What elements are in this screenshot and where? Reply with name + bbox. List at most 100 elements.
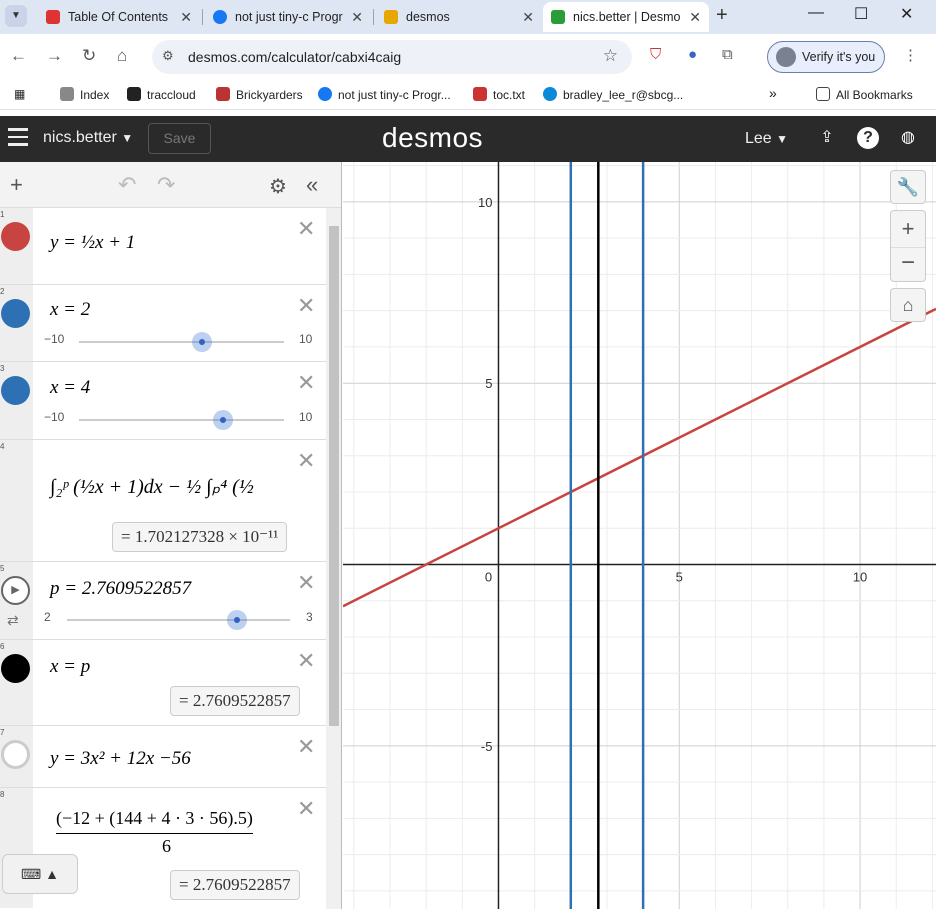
delete-expression-icon[interactable]: ✕: [297, 293, 315, 319]
keypad-toggle-button[interactable]: ⌨ ▲: [2, 854, 78, 894]
reload-icon[interactable]: ↻: [82, 46, 96, 66]
browser-tab[interactable]: desmos ✕: [376, 2, 542, 32]
user-menu[interactable]: Lee ▼: [745, 130, 788, 148]
delete-expression-icon[interactable]: ✕: [297, 570, 315, 596]
expression-denominator[interactable]: 6: [162, 836, 171, 857]
settings-gear-icon[interactable]: ⚙: [269, 174, 287, 199]
microphone-icon[interactable]: ●: [688, 46, 697, 63]
expression-math[interactable]: y = ½x + 1: [50, 232, 135, 254]
hamburger-menu-icon[interactable]: [8, 128, 28, 146]
loop-icon[interactable]: ⇄: [7, 612, 19, 629]
back-icon[interactable]: ←: [10, 46, 27, 66]
home-zoom-icon[interactable]: ⌂: [890, 288, 926, 322]
bookmark-item[interactable]: Index: [60, 87, 109, 102]
extension-shield-icon[interactable]: ⛉: [650, 46, 661, 63]
expression-math[interactable]: x = p: [50, 656, 90, 678]
browser-tab[interactable]: Table Of Contents ✕: [38, 2, 200, 32]
expression-row[interactable]: 7 y = 3x² + 12x −56 ✕: [0, 726, 326, 788]
expression-math[interactable]: x = 4: [50, 377, 90, 399]
bookmark-item[interactable]: Brickyarders: [216, 87, 303, 102]
bookmark-item[interactable]: bradley_lee_r@sbcg...: [543, 87, 683, 102]
graph-paper[interactable]: 0 5 10 10 5 -5 🔧 + − ⌂: [343, 162, 936, 909]
globe-icon[interactable]: ◍: [897, 127, 919, 149]
expression-row[interactable]: 3 x = 4 ✕ −10 10: [0, 362, 326, 440]
expression-row[interactable]: 6 x = p ✕ = 2.7609522857: [0, 640, 326, 726]
home-icon[interactable]: ⌂: [117, 46, 127, 66]
close-icon[interactable]: ✕: [351, 2, 363, 32]
bookmark-star-icon[interactable]: ☆: [603, 46, 618, 66]
site-info-icon[interactable]: ⚙: [162, 48, 174, 64]
expression-row[interactable]: 4 ∫₂ᵖ (½x + 1)dx − ½ ∫ₚ⁴ (½ ✕ = 1.702127…: [0, 440, 326, 562]
slider-knob[interactable]: [192, 332, 212, 352]
expression-math[interactable]: y = 3x² + 12x −56: [50, 748, 191, 770]
evaluation-result: = 2.7609522857: [170, 686, 300, 716]
facebook-icon: [213, 10, 227, 24]
expression-row[interactable]: 1 y = ½x + 1 ✕: [0, 208, 326, 285]
delete-expression-icon[interactable]: ✕: [297, 216, 315, 242]
bookmark-item[interactable]: traccloud: [127, 87, 196, 102]
slider[interactable]: −10 10: [44, 410, 314, 430]
expression-scrollbar[interactable]: [326, 208, 341, 909]
add-item-icon[interactable]: +: [10, 172, 23, 198]
bookmark-icon: [127, 87, 141, 101]
share-icon[interactable]: ⇪: [816, 127, 838, 149]
window-close-icon[interactable]: ✕: [900, 4, 913, 24]
slider-knob[interactable]: [212, 410, 233, 430]
kebab-menu-icon[interactable]: ⋮: [903, 46, 918, 64]
hidden-graph-icon[interactable]: [1, 740, 30, 769]
expression-row[interactable]: 5 ▶ ⇄ p = 2.7609522857 ✕ 2 3: [0, 562, 326, 640]
graph-color-icon[interactable]: [1, 654, 30, 683]
scrollbar-thumb[interactable]: [329, 226, 339, 726]
bookmarks-overflow-icon[interactable]: »: [769, 85, 777, 101]
slider[interactable]: 2 3: [44, 610, 314, 630]
zoom-in-icon[interactable]: +: [891, 211, 925, 247]
zoom-out-icon[interactable]: −: [891, 247, 925, 281]
graph-color-icon[interactable]: [1, 222, 30, 251]
tab-search-dropdown[interactable]: ▼: [5, 5, 27, 27]
browser-tab-active[interactable]: nics.better | Desmo ✕: [543, 2, 709, 32]
close-icon[interactable]: ✕: [522, 2, 534, 32]
delete-expression-icon[interactable]: ✕: [297, 370, 315, 396]
expression-numerator[interactable]: (−12 + (144 + 4 · 3 · 56).5): [56, 808, 253, 834]
delete-expression-icon[interactable]: ✕: [297, 448, 315, 474]
maximize-icon[interactable]: ☐: [854, 4, 868, 24]
url-text[interactable]: desmos.com/calculator/cabxi4caig: [188, 49, 401, 65]
save-button[interactable]: Save: [148, 123, 211, 154]
expression-math[interactable]: ∫₂ᵖ (½x + 1)dx − ½ ∫ₚ⁴ (½: [50, 474, 254, 499]
delete-expression-icon[interactable]: ✕: [297, 648, 315, 674]
new-tab-icon[interactable]: +: [716, 4, 728, 27]
bookmark-item[interactable]: toc.txt: [473, 87, 525, 102]
graph-color-icon[interactable]: [1, 376, 30, 405]
graph-title[interactable]: nics.better ▼: [43, 129, 133, 147]
expression-math[interactable]: x = 2: [50, 299, 90, 321]
verify-profile-button[interactable]: Verify it's you: [767, 41, 885, 73]
expression-panel: + ↶ ↷ ⚙ « 1 y = ½x + 1 ✕ 2 x = 2 ✕ −10 1…: [0, 162, 342, 909]
expression-math[interactable]: p = 2.7609522857: [50, 578, 191, 600]
forward-icon[interactable]: →: [46, 46, 63, 66]
address-bar[interactable]: ⚙ desmos.com/calculator/cabxi4caig ☆: [152, 40, 632, 74]
bookmark-item[interactable]: not just tiny-c Progr...: [318, 87, 451, 102]
extensions-puzzle-icon[interactable]: ⧉: [722, 46, 733, 63]
graph-color-icon[interactable]: [1, 299, 30, 328]
delete-expression-icon[interactable]: ✕: [297, 734, 315, 760]
slider-knob[interactable]: [226, 610, 247, 630]
help-icon[interactable]: ?: [857, 127, 879, 149]
minimize-icon[interactable]: —: [808, 4, 824, 22]
wrench-icon[interactable]: 🔧: [890, 170, 926, 204]
close-icon[interactable]: ✕: [689, 2, 701, 32]
expression-gutter: 3: [0, 362, 33, 439]
undo-icon[interactable]: ↶: [118, 172, 136, 198]
browser-tab[interactable]: not just tiny-c Progr ✕: [205, 2, 371, 32]
collapse-panel-icon[interactable]: «: [306, 172, 318, 198]
desmos-header: nics.better ▼ Save desmos Lee ▼ ⇪ ? ◍: [0, 116, 936, 162]
all-bookmarks-folder[interactable]: All Bookmarks: [816, 87, 913, 102]
slider[interactable]: −10 10: [44, 332, 314, 352]
delete-expression-icon[interactable]: ✕: [297, 796, 315, 822]
expression-row[interactable]: 2 x = 2 ✕ −10 10: [0, 285, 326, 362]
apps-grid-icon[interactable]: ▦: [14, 87, 25, 101]
folder-icon: [816, 87, 830, 101]
close-icon[interactable]: ✕: [180, 2, 192, 32]
redo-icon[interactable]: ↷: [157, 172, 175, 198]
play-icon[interactable]: ▶: [1, 576, 30, 605]
graph-canvas[interactable]: 0 5 10 10 5 -5: [343, 162, 936, 909]
